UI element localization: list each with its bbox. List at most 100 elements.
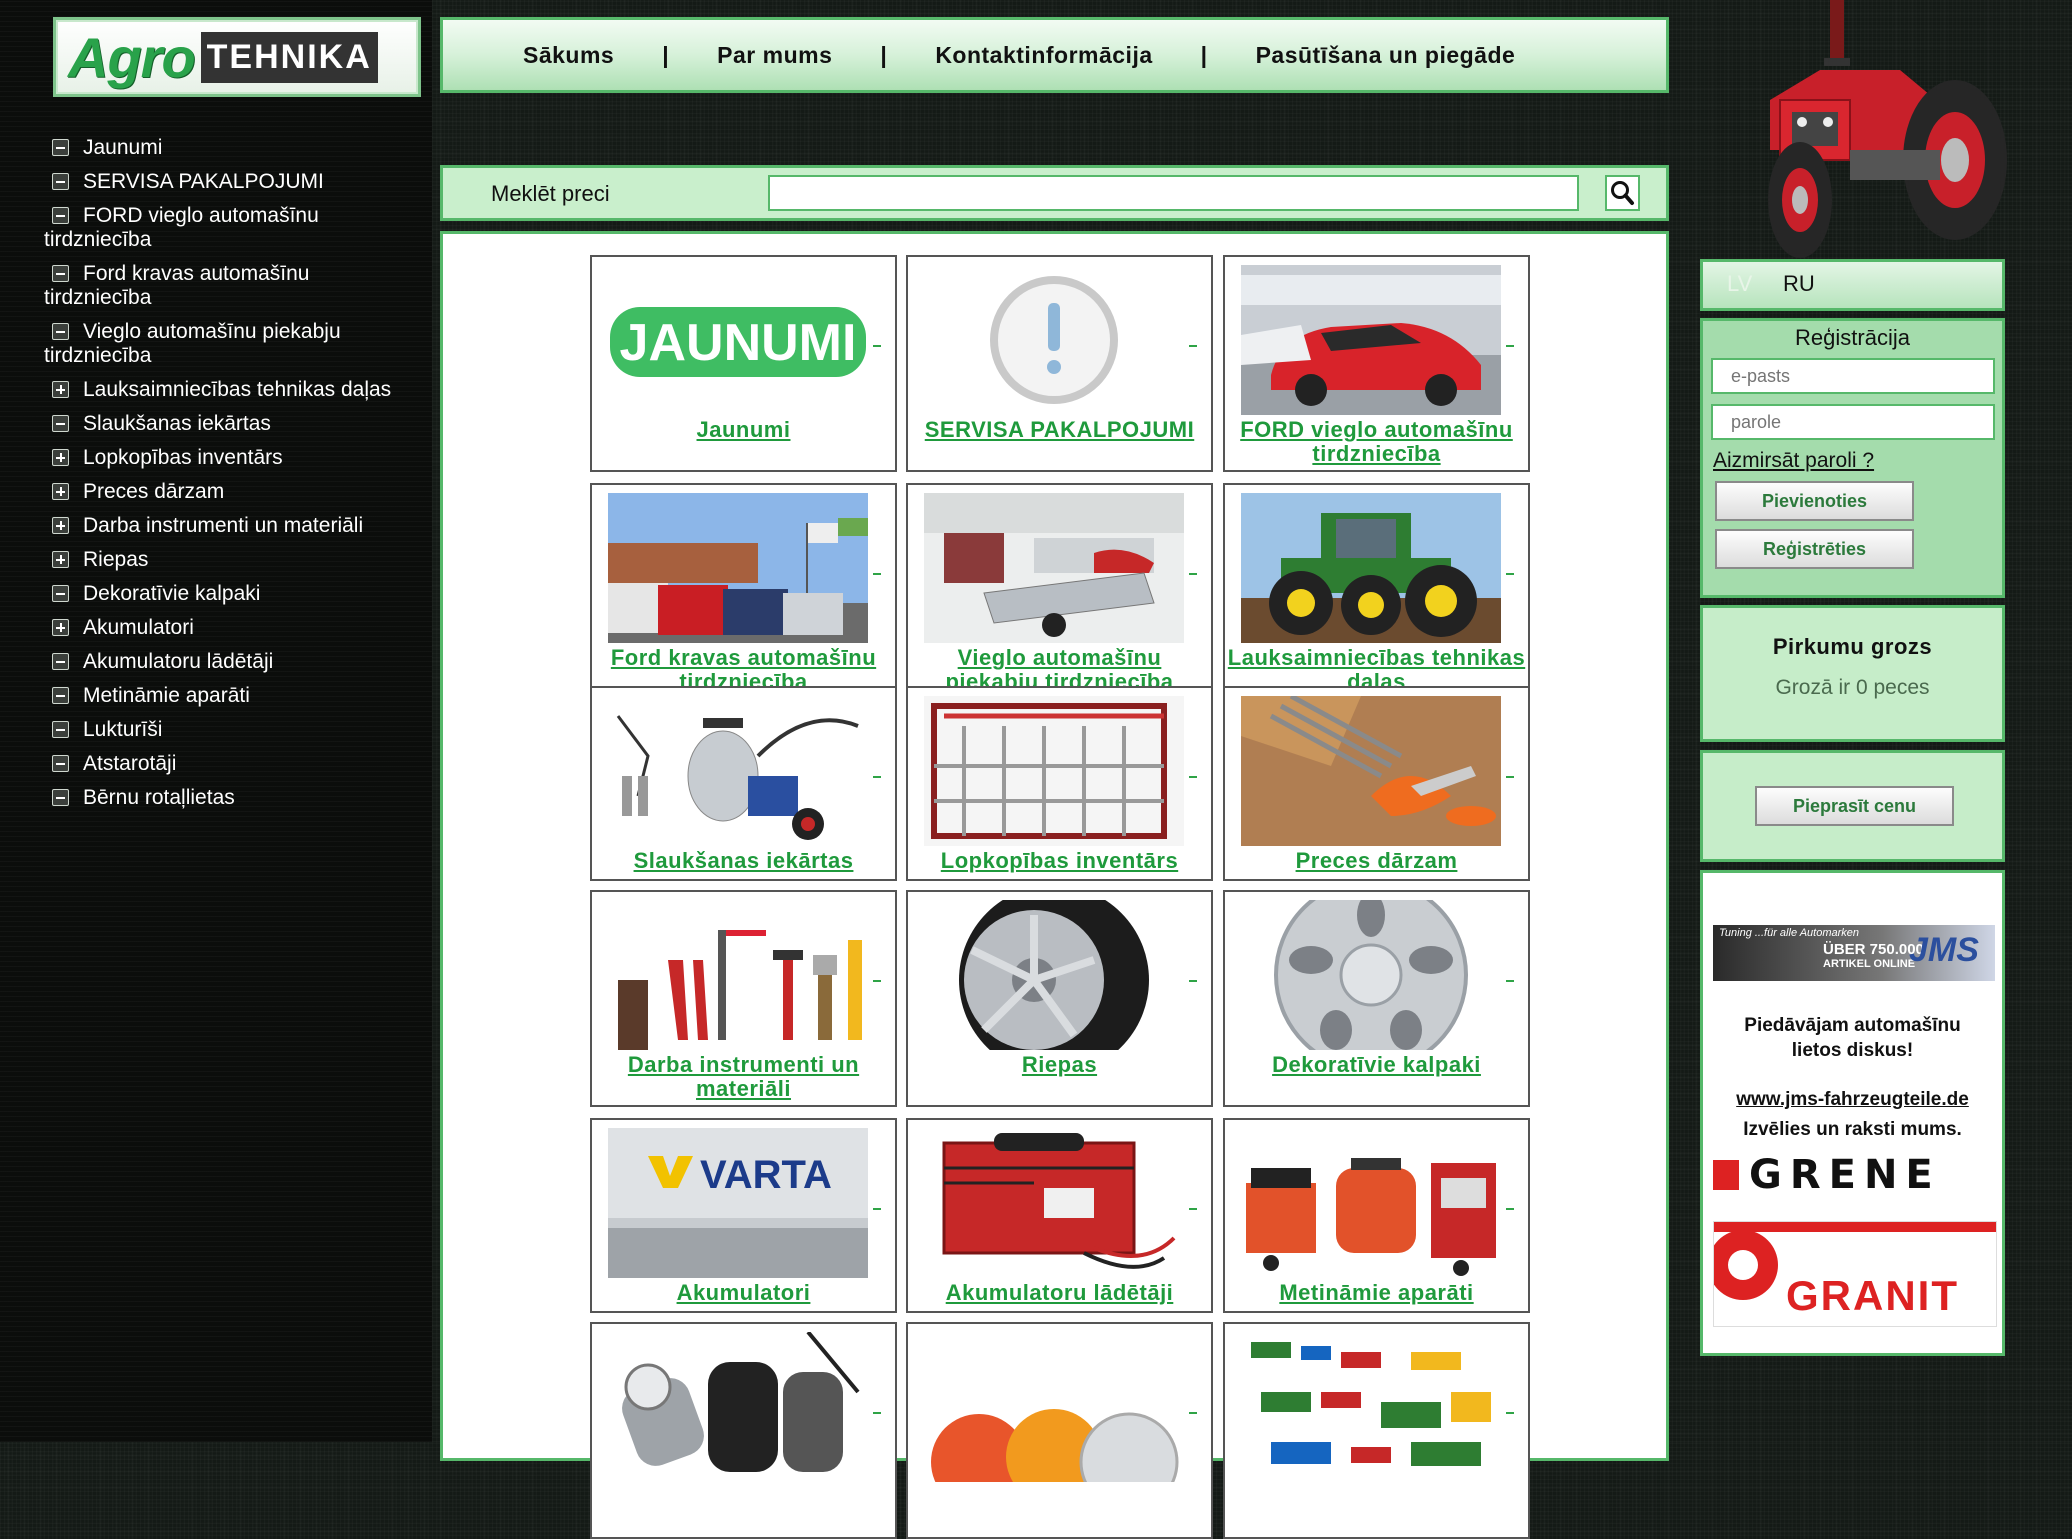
category-tile[interactable]: Preces dārzam [1223,686,1530,881]
category-link[interactable]: Metināmie aparāti [1225,1281,1528,1305]
category-tile[interactable]: Slaukšanas iekārtas [590,686,897,881]
sidebar-item[interactable]: Preces dārzam [44,480,414,504]
expand-icon[interactable] [52,483,69,500]
collapse-icon[interactable] [52,755,69,772]
password-field[interactable] [1711,404,1995,440]
category-tile[interactable]: Ford kravas automašīnu tirdzniecība [590,483,897,700]
collapse-icon[interactable] [52,207,69,224]
category-link[interactable]: SERVISA PAKALPOJUMI [908,418,1211,442]
category-tile[interactable]: Dekoratīvie kalpaki [1223,890,1530,1107]
sidebar-item[interactable]: Dekoratīvie kalpaki [44,582,414,606]
grene-logo[interactable]: GRENE [1713,1152,1995,1198]
collapse-icon[interactable] [52,173,69,190]
site-logo[interactable]: Agro TEHNIKA [53,17,421,97]
collapse-icon[interactable] [52,323,69,340]
nav-separator: | [1200,42,1208,68]
category-tile[interactable]: Akumulatoru lādētāji [906,1118,1213,1313]
collapse-icon[interactable] [52,789,69,806]
collapse-icon[interactable] [52,139,69,156]
nav-contacts[interactable]: Kontaktinformācija [935,42,1152,68]
sidebar-item[interactable]: Bērnu rotaļlietas [44,786,414,810]
nav-home[interactable]: Sākums [523,42,614,68]
sidebar-item[interactable]: Lukturīši [44,718,414,742]
category-tile[interactable]: Metināmie aparāti [1223,1118,1530,1313]
category-tile[interactable]: JAUNUMI Jaunumi [590,255,897,472]
nav-about[interactable]: Par mums [717,42,832,68]
category-tile[interactable]: VARTA Akumulatori [590,1118,897,1313]
sidebar-item[interactable]: Riepas [44,548,414,572]
category-tile[interactable] [1223,1322,1530,1539]
sidebar-item[interactable]: Jaunumi [44,136,414,160]
category-tile[interactable]: Vieglo automašīnu piekabju tirdzniecība [906,483,1213,700]
category-link[interactable]: Darba instrumenti un materiāli [592,1053,895,1101]
logo-agro: Agro [68,25,196,89]
expand-icon[interactable] [52,619,69,636]
category-tile[interactable]: SERVISA PAKALPOJUMI [906,255,1213,472]
sidebar-item[interactable]: Akumulatoru lādētāji [44,650,414,674]
ask-price-button[interactable]: Pieprasīt cenu [1755,786,1954,826]
sidebar-item[interactable]: Lopkopības inventārs [44,446,414,470]
granit-text: GRANIT [1786,1272,1959,1319]
collapse-icon[interactable] [52,415,69,432]
lang-lv[interactable]: LV [1727,271,1752,297]
collapse-icon[interactable] [52,653,69,670]
cart-status: Grozā ir 0 peces [1775,676,1930,699]
category-link[interactable]: FORD vieglo automašīnu tirdzniecība [1225,418,1528,466]
category-tile[interactable]: FORD vieglo automašīnu tirdzniecība [1223,255,1530,472]
category-link[interactable]: Dekoratīvie kalpaki [1225,1053,1528,1077]
jms-banner[interactable]: Tuning ...für alle Automarken ÜBER 750.0… [1713,925,1995,981]
expand-icon[interactable] [52,381,69,398]
sidebar-item[interactable]: Metināmie aparāti [44,684,414,708]
sidebar-item[interactable]: Lauksaimniecības tehnikas daļas [44,378,414,402]
lang-ru[interactable]: RU [1783,271,1815,297]
collapse-icon[interactable] [52,721,69,738]
collapse-icon[interactable] [52,265,69,282]
sidebar-item[interactable]: FORD vieglo automašīnu tirdzniecība [44,204,414,252]
sidebar-item[interactable]: Vieglo automašīnu piekabju tirdzniecība [44,320,414,368]
collapse-icon[interactable] [52,585,69,602]
offer-line-2: lietos diskus! [1791,1040,1914,1061]
category-link[interactable]: Riepas [908,1053,1211,1077]
forgot-password-link[interactable]: Aizmirsāt paroli ? [1713,449,1874,473]
registration-title: Reģistrācija [1795,325,1910,350]
granit-logo[interactable]: GRANIT [1713,1221,1997,1327]
email-field[interactable] [1711,358,1995,394]
sidebar-item-label: Dekoratīvie kalpaki [83,582,261,605]
sidebar-item-label: Lauksaimniecības tehnikas daļas [83,378,392,401]
expand-icon[interactable] [52,449,69,466]
search-label: Meklēt preci [491,181,610,206]
category-link[interactable]: Akumulatoru lādētāji [908,1281,1211,1305]
banner-text-3: ARTIKEL ONLINE [1823,958,1916,970]
register-button[interactable]: Reģistrēties [1715,529,1914,569]
sidebar-item[interactable]: Darba instrumenti un materiāli [44,514,414,538]
category-link[interactable]: Slaukšanas iekārtas [592,849,895,873]
category-tile[interactable]: Lopkopības inventārs [906,686,1213,881]
expand-icon[interactable] [52,517,69,534]
hubcap-photo [1241,900,1501,1050]
nav-ordering-delivery[interactable]: Pasūtīšana un piegāde [1256,42,1516,68]
sidebar-item-label: Darba instrumenti un materiāli [83,514,364,537]
search-button[interactable] [1605,175,1640,211]
collapse-icon[interactable] [52,687,69,704]
category-link[interactable]: Preces dārzam [1225,849,1528,873]
sidebar-item[interactable]: SERVISA PAKALPOJUMI [44,170,414,194]
tile-marker [873,345,881,347]
category-tile[interactable]: Darba instrumenti un materiāli [590,890,897,1107]
jms-link[interactable]: www.jms-fahrzeugteile.de [1703,1087,2002,1112]
category-link[interactable]: Akumulatori [592,1281,895,1305]
category-link[interactable]: Lopkopības inventārs [908,849,1211,873]
sidebar-item[interactable]: Slaukšanas iekārtas [44,412,414,436]
sidebar-item[interactable]: Ford kravas automašīnu tirdzniecība [44,262,414,310]
category-tile[interactable]: Lauksaimniecības tehnikas daļas [1223,483,1530,700]
sidebar-item[interactable]: Atstarotāji [44,752,414,776]
expand-icon[interactable] [52,551,69,568]
category-tile[interactable]: Riepas [906,890,1213,1107]
search-input[interactable] [768,175,1579,211]
category-link[interactable]: Jaunumi [592,418,895,442]
category-tile[interactable] [906,1322,1213,1539]
tile-marker [1189,776,1197,778]
tile-marker [873,1412,881,1414]
login-button[interactable]: Pievienoties [1715,481,1914,521]
sidebar-item[interactable]: Akumulatori [44,616,414,640]
category-tile[interactable] [590,1322,897,1539]
